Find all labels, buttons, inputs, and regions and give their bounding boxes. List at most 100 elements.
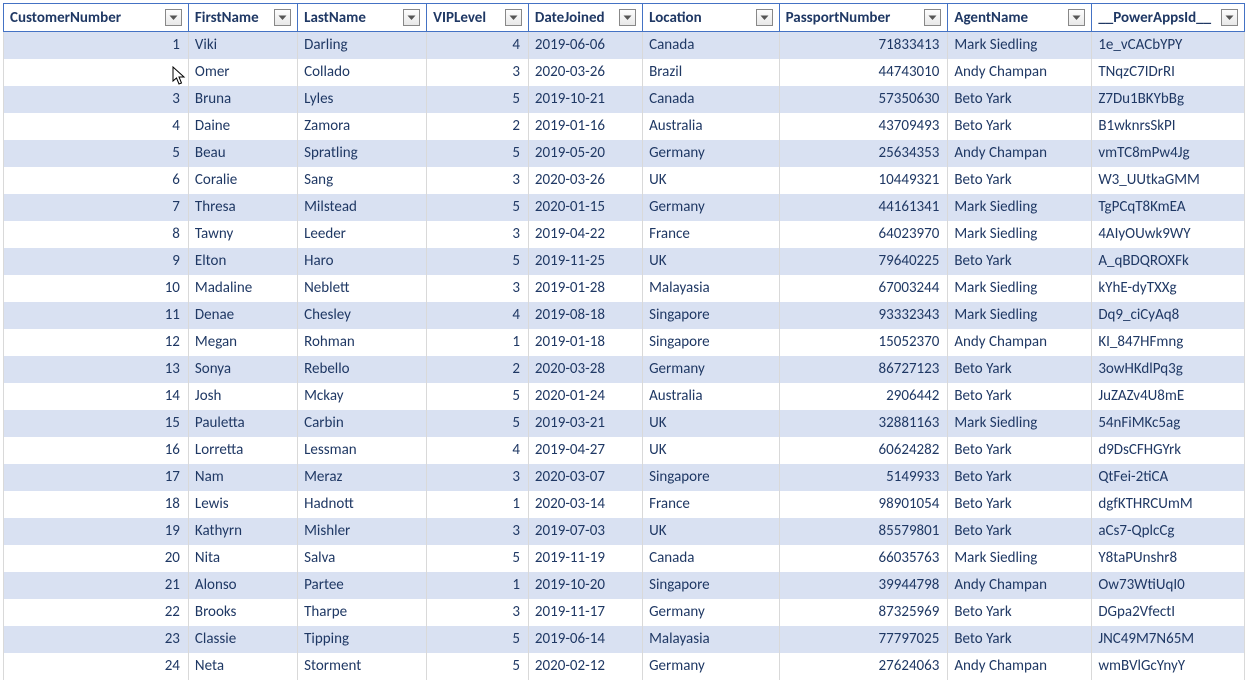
cell-viplevel[interactable]: 1 (427, 491, 529, 518)
cell-viplevel[interactable]: 5 (427, 194, 529, 221)
cell-viplevel[interactable]: 5 (427, 410, 529, 437)
cell-agentname[interactable]: Andy Champan (948, 59, 1092, 86)
cell-location[interactable]: Germany (643, 140, 780, 167)
cell-location[interactable]: Malayasia (643, 626, 780, 653)
cell-powerappsid[interactable]: 1e_vCACbYPY (1092, 32, 1245, 59)
cell-agentname[interactable]: Andy Champan (948, 140, 1092, 167)
column-header-firstname[interactable]: FirstName (188, 4, 297, 32)
cell-firstname[interactable]: Tawny (188, 221, 297, 248)
cell-location[interactable]: UK (643, 437, 780, 464)
filter-dropdown-icon[interactable] (924, 9, 941, 26)
filter-dropdown-icon[interactable] (1221, 9, 1238, 26)
cell-agentname[interactable]: Mark Siedling (948, 194, 1092, 221)
cell-customernumber[interactable]: 5 (4, 140, 189, 167)
cell-location[interactable]: Australia (643, 113, 780, 140)
cell-customernumber[interactable]: 18 (4, 491, 189, 518)
cell-customernumber[interactable]: 24 (4, 653, 189, 680)
table-row[interactable]: 4DaineZamora22019-01-16Australia43709493… (4, 113, 1245, 140)
cell-lastname[interactable]: Chesley (298, 302, 427, 329)
cell-powerappsid[interactable]: vmTC8mPw4Jg (1092, 140, 1245, 167)
cell-powerappsid[interactable]: DGpa2VfectI (1092, 599, 1245, 626)
cell-viplevel[interactable]: 5 (427, 248, 529, 275)
cell-agentname[interactable]: Mark Siedling (948, 545, 1092, 572)
cell-agentname[interactable]: Mark Siedling (948, 410, 1092, 437)
cell-firstname[interactable]: Pauletta (188, 410, 297, 437)
cell-lastname[interactable]: Sang (298, 167, 427, 194)
table-row[interactable]: 6CoralieSang32020-03-26UK10449321Beto Ya… (4, 167, 1245, 194)
table-row[interactable]: 1VikiDarling42019-06-06Canada71833413Mar… (4, 32, 1245, 59)
cell-customernumber[interactable]: 8 (4, 221, 189, 248)
filter-dropdown-icon[interactable] (619, 9, 636, 26)
cell-agentname[interactable]: Mark Siedling (948, 32, 1092, 59)
cell-powerappsid[interactable]: QtFei-2tiCA (1092, 464, 1245, 491)
cell-passportnumber[interactable]: 44161341 (779, 194, 948, 221)
column-header-powerappsid[interactable]: __PowerAppsId__ (1092, 4, 1245, 32)
filter-dropdown-icon[interactable] (165, 9, 182, 26)
cell-lastname[interactable]: Darling (298, 32, 427, 59)
cell-lastname[interactable]: Tharpe (298, 599, 427, 626)
cell-lastname[interactable]: Meraz (298, 464, 427, 491)
cell-location[interactable]: Germany (643, 653, 780, 680)
cell-location[interactable]: UK (643, 248, 780, 275)
cell-passportnumber[interactable]: 85579801 (779, 518, 948, 545)
filter-dropdown-icon[interactable] (403, 9, 420, 26)
cell-agentname[interactable]: Beto Yark (948, 356, 1092, 383)
cell-viplevel[interactable]: 3 (427, 167, 529, 194)
cell-customernumber[interactable]: 23 (4, 626, 189, 653)
table-row[interactable]: 8TawnyLeeder32019-04-22France64023970Mar… (4, 221, 1245, 248)
cell-lastname[interactable]: Mckay (298, 383, 427, 410)
cell-datejoined[interactable]: 2020-01-15 (528, 194, 642, 221)
cell-powerappsid[interactable]: KI_847HFmng (1092, 329, 1245, 356)
cell-powerappsid[interactable]: wmBVlGcYnyY (1092, 653, 1245, 680)
cell-viplevel[interactable]: 5 (427, 140, 529, 167)
cell-viplevel[interactable]: 3 (427, 59, 529, 86)
cell-customernumber[interactable]: 1 (4, 32, 189, 59)
cell-datejoined[interactable]: 2020-02-12 (528, 653, 642, 680)
cell-lastname[interactable]: Haro (298, 248, 427, 275)
data-table[interactable]: CustomerNumberFirstNameLastNameVIPLevelD… (3, 3, 1245, 680)
cell-location[interactable]: Singapore (643, 329, 780, 356)
table-row[interactable]: 15PaulettaCarbin52019-03-21UK32881163Mar… (4, 410, 1245, 437)
cell-viplevel[interactable]: 3 (427, 518, 529, 545)
cell-passportnumber[interactable]: 79640225 (779, 248, 948, 275)
cell-location[interactable]: UK (643, 518, 780, 545)
cell-agentname[interactable]: Beto Yark (948, 167, 1092, 194)
cell-customernumber[interactable]: 6 (4, 167, 189, 194)
cell-viplevel[interactable]: 1 (427, 329, 529, 356)
cell-agentname[interactable]: Beto Yark (948, 491, 1092, 518)
cell-viplevel[interactable]: 3 (427, 275, 529, 302)
cell-datejoined[interactable]: 2019-05-20 (528, 140, 642, 167)
cell-datejoined[interactable]: 2020-03-26 (528, 59, 642, 86)
cell-firstname[interactable]: Alonso (188, 572, 297, 599)
cell-location[interactable]: Germany (643, 356, 780, 383)
cell-viplevel[interactable]: 2 (427, 113, 529, 140)
cell-firstname[interactable]: Brooks (188, 599, 297, 626)
cell-firstname[interactable]: Daine (188, 113, 297, 140)
cell-lastname[interactable]: Milstead (298, 194, 427, 221)
cell-viplevel[interactable]: 5 (427, 383, 529, 410)
cell-viplevel[interactable]: 2 (427, 356, 529, 383)
cell-datejoined[interactable]: 2019-11-25 (528, 248, 642, 275)
cell-powerappsid[interactable]: kYhE-dyTXXg (1092, 275, 1245, 302)
cell-customernumber[interactable]: 16 (4, 437, 189, 464)
cell-lastname[interactable]: Leeder (298, 221, 427, 248)
cell-agentname[interactable]: Andy Champan (948, 653, 1092, 680)
cell-passportnumber[interactable]: 15052370 (779, 329, 948, 356)
cell-datejoined[interactable]: 2019-01-16 (528, 113, 642, 140)
column-header-customernumber[interactable]: CustomerNumber (4, 4, 189, 32)
cell-lastname[interactable]: Spratling (298, 140, 427, 167)
cell-viplevel[interactable]: 4 (427, 32, 529, 59)
cell-passportnumber[interactable]: 71833413 (779, 32, 948, 59)
cell-firstname[interactable]: Josh (188, 383, 297, 410)
cell-viplevel[interactable]: 5 (427, 626, 529, 653)
column-header-lastname[interactable]: LastName (298, 4, 427, 32)
cell-passportnumber[interactable]: 67003244 (779, 275, 948, 302)
cell-viplevel[interactable]: 4 (427, 302, 529, 329)
cell-datejoined[interactable]: 2019-03-21 (528, 410, 642, 437)
cell-customernumber[interactable]: 17 (4, 464, 189, 491)
cell-firstname[interactable]: Omer (188, 59, 297, 86)
cell-customernumber[interactable]: 20 (4, 545, 189, 572)
cell-agentname[interactable]: Beto Yark (948, 518, 1092, 545)
cell-powerappsid[interactable]: A_qBDQROXFk (1092, 248, 1245, 275)
cell-lastname[interactable]: Lyles (298, 86, 427, 113)
